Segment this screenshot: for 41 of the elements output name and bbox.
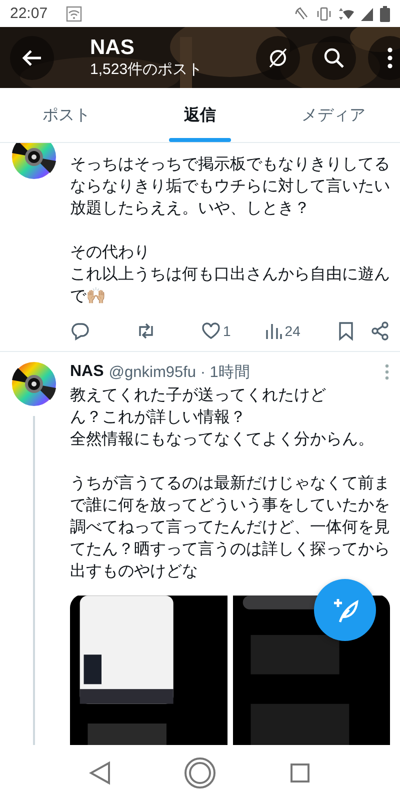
screen-cast-icon [66,6,82,22]
square-icon [290,762,310,782]
battery-icon [380,6,390,22]
repost-icon[interactable] [136,321,156,341]
slashed-circle-button[interactable] [256,36,300,80]
handle-and-time: @gnkim95fu · 1時間 [108,362,250,382]
signal-icon [360,6,374,22]
search-button[interactable] [312,36,356,80]
tab[interactable]: ポスト [0,88,134,142]
like-button[interactable]: 1 [201,321,231,341]
reply-icon[interactable] [70,321,90,341]
author-name: NAS [70,363,104,381]
back-button[interactable] [10,36,54,80]
post-count: 1,523件のポスト [90,60,204,80]
bar-chart-icon [264,321,283,341]
search-icon [323,46,345,68]
wifi-icon [338,6,354,22]
share-icon[interactable] [370,321,390,341]
vibrate-icon [316,6,332,22]
post-text: 教えてくれた子が送ってくれたけど [70,384,327,406]
more-button[interactable] [368,36,400,80]
post-text: ん？これが詳しい情報？ [70,406,247,428]
nfc-icon [294,6,310,22]
heart-icon [201,321,221,341]
more-icon [387,46,393,68]
post-text: その代わり [70,241,151,263]
post-text: うちが言うてるのは最新だけじゃなくて前まで誰に何を放ってどういう事をしていたかを調べてねって言ってたんだけど、一体何を見てたん？晒すって言うのは詳しく探ってから出すものやけどな [70,472,390,582]
tab[interactable]: メディア [266,88,400,142]
views-button[interactable]: 24 [264,321,300,341]
bookmark-icon[interactable] [336,321,356,341]
circle-icon [184,756,216,788]
triangle-icon [89,760,111,784]
post-text: そっちはそっちで掲示板でもなりきりしてるならなりきり垢でもウチらに対して言いたい放題したらええ。いや、しとき？ [70,153,390,219]
post-text: 全然情報にもなってなくてよく分からん。 [70,428,375,450]
tab[interactable]: 返信 [133,88,267,142]
home-nav-button[interactable] [182,754,218,790]
compose-button[interactable] [314,579,376,641]
clock: 22:07 [10,5,48,22]
post-text: これ以上うちは何も口出さんから自由に遊んで🙌🏼 [70,263,390,307]
slashed-circle-icon [267,46,289,68]
profile-name: NAS [90,36,136,60]
